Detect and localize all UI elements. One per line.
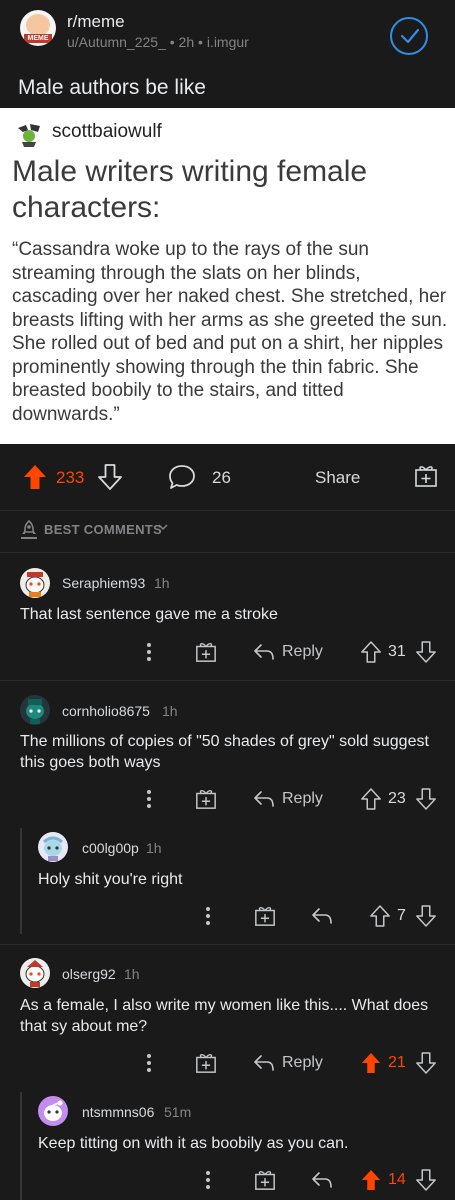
- divider: [0, 552, 455, 553]
- post-header: MEME r/meme u/Autumn_225_ • 2h • i.imgur: [0, 0, 455, 66]
- more-options-icon[interactable]: [204, 1170, 212, 1190]
- subreddit-name[interactable]: r/meme: [67, 12, 125, 32]
- comment-time: 1h: [154, 575, 170, 591]
- share-button[interactable]: Share: [315, 468, 360, 488]
- check-icon: [400, 28, 420, 44]
- comment-text: Keep titting on with it as boobily as yo…: [38, 1135, 349, 1152]
- more-options-icon[interactable]: [145, 1053, 153, 1073]
- comment-text: Holy shit you're right: [38, 871, 183, 888]
- comment-icon[interactable]: [168, 464, 196, 490]
- user-avatar[interactable]: [38, 832, 68, 862]
- chevron-down-icon: [158, 524, 168, 531]
- comment-score: 31: [388, 643, 406, 660]
- post-image[interactable]: scottbaiowulf Male writers writing femal…: [0, 108, 455, 444]
- upvote-icon[interactable]: [361, 788, 381, 810]
- reply-arrow-icon[interactable]: [253, 643, 275, 661]
- reply-arrow-icon[interactable]: [253, 790, 275, 808]
- post-score: 233: [56, 468, 85, 487]
- award-gift-icon[interactable]: [195, 788, 217, 810]
- more-options-icon[interactable]: [204, 906, 212, 926]
- comment-score: 23: [388, 790, 406, 807]
- snoo-avatar-icon: [25, 572, 45, 597]
- upvote-icon[interactable]: [23, 464, 47, 490]
- more-options-icon[interactable]: [145, 789, 153, 809]
- reply-arrow-icon[interactable]: [311, 907, 333, 925]
- comment-username[interactable]: cornholio8675: [62, 703, 150, 719]
- award-gift-icon[interactable]: [254, 1169, 276, 1191]
- comment-time: 51m: [164, 1104, 192, 1120]
- divider: [0, 510, 455, 511]
- user-avatar[interactable]: [38, 1096, 68, 1126]
- post-title[interactable]: Male authors be like: [18, 76, 206, 100]
- sort-label: BEST COMMENTS: [44, 522, 163, 537]
- award-gift-icon[interactable]: [195, 641, 217, 663]
- post-age: 2h: [178, 34, 195, 50]
- reply-arrow-icon[interactable]: [311, 1171, 333, 1189]
- reply-button[interactable]: Reply: [282, 643, 323, 661]
- comment-username[interactable]: Seraphiem93: [62, 575, 145, 591]
- comment-username[interactable]: olserg92: [62, 966, 116, 982]
- upvote-icon[interactable]: [370, 905, 390, 927]
- thread-line[interactable]: [20, 1092, 22, 1200]
- thread-line[interactable]: [20, 828, 22, 934]
- divider: [0, 944, 455, 945]
- image-body-text: “Cassandra woke up to the rays of the su…: [12, 239, 448, 425]
- comment-username[interactable]: c00lg00p: [82, 840, 139, 856]
- snoo-avatar-icon: [43, 836, 63, 861]
- tumblr-username: scottbaiowulf: [52, 121, 162, 142]
- comment-username[interactable]: ntsmmns06: [82, 1104, 154, 1120]
- award-gift-icon[interactable]: [414, 464, 438, 488]
- subreddit-avatar[interactable]: MEME: [20, 10, 56, 46]
- comment-time: 1h: [146, 840, 162, 856]
- upvote-icon[interactable]: [361, 641, 381, 663]
- comment-count[interactable]: 26: [212, 468, 231, 488]
- upvote-icon[interactable]: [361, 1052, 381, 1074]
- post-author[interactable]: u/Autumn_225_: [67, 34, 166, 50]
- user-avatar[interactable]: [20, 695, 50, 725]
- downvote-icon[interactable]: [416, 641, 436, 663]
- post-action-bar: 233 26 Share: [0, 444, 455, 510]
- upvote-icon[interactable]: [361, 1169, 381, 1191]
- user-avatar[interactable]: [20, 568, 50, 598]
- comment-text: The millions of copies of "50 shades of …: [20, 733, 429, 771]
- comment-score: 21: [388, 1054, 406, 1071]
- comment-time: 1h: [162, 703, 178, 719]
- comment-score: 7: [397, 907, 406, 924]
- subreddit-avatar-label: MEME: [24, 34, 52, 43]
- user-avatar[interactable]: [20, 958, 50, 988]
- snoo-avatar-icon: [26, 699, 44, 724]
- comment-text: As a female, I also write my women like …: [20, 997, 429, 1035]
- comment-score: 14: [388, 1171, 406, 1188]
- downvote-icon[interactable]: [416, 905, 436, 927]
- rocket-icon: [21, 520, 37, 539]
- comment-text: That last sentence gave me a stroke: [20, 606, 278, 623]
- image-headline: Male writers writing female characters:: [12, 155, 368, 224]
- divider: [0, 680, 455, 681]
- reply-arrow-icon[interactable]: [253, 1054, 275, 1072]
- tumblr-avatar-icon: [17, 123, 41, 147]
- comment-time: 1h: [124, 966, 140, 982]
- award-gift-icon[interactable]: [254, 905, 276, 927]
- post-domain[interactable]: i.imgur: [207, 34, 249, 50]
- more-options-icon[interactable]: [145, 642, 153, 662]
- snoo-avatar-icon: [44, 1100, 63, 1121]
- snoo-avatar-icon: [25, 960, 45, 987]
- reply-button[interactable]: Reply: [282, 1054, 323, 1072]
- join-button[interactable]: [390, 17, 428, 55]
- reply-button[interactable]: Reply: [282, 790, 323, 808]
- award-gift-icon[interactable]: [195, 1052, 217, 1074]
- downvote-icon[interactable]: [416, 1169, 436, 1191]
- downvote-icon[interactable]: [416, 788, 436, 810]
- downvote-icon[interactable]: [416, 1052, 436, 1074]
- downvote-icon[interactable]: [98, 464, 122, 490]
- post-meta: u/Autumn_225_ • 2h • i.imgur: [67, 34, 249, 50]
